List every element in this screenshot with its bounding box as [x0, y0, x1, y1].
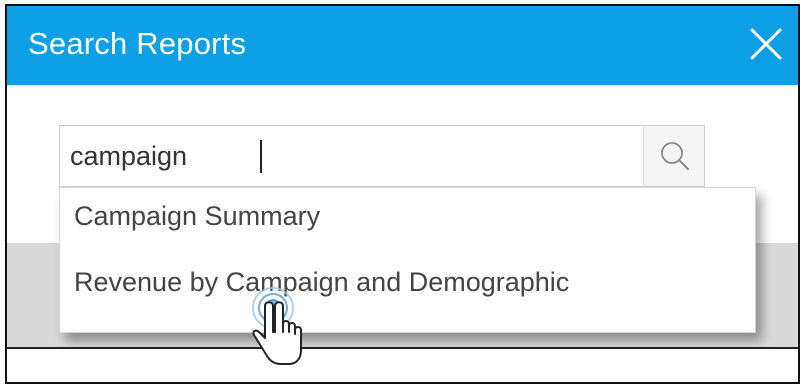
search-results-dropdown: Campaign Summary Revenue by Campaign and… — [59, 187, 756, 333]
search-field[interactable] — [59, 125, 695, 187]
magnifier-icon — [661, 142, 689, 170]
search-reports-dialog: Search Reports Campaign Summary Revenue … — [5, 4, 800, 384]
text-caret — [260, 140, 262, 173]
result-item[interactable]: Campaign Summary — [74, 201, 320, 232]
dialog-header: Search Reports — [7, 6, 798, 85]
search-input[interactable] — [70, 136, 630, 176]
search-button[interactable] — [643, 125, 705, 187]
footer-divider — [7, 347, 798, 349]
close-icon — [750, 28, 782, 60]
result-item[interactable]: Revenue by Campaign and Demographic — [74, 267, 569, 298]
hand-pointer-icon — [252, 287, 302, 365]
close-button[interactable] — [746, 24, 786, 64]
dialog-title: Search Reports — [28, 26, 247, 61]
